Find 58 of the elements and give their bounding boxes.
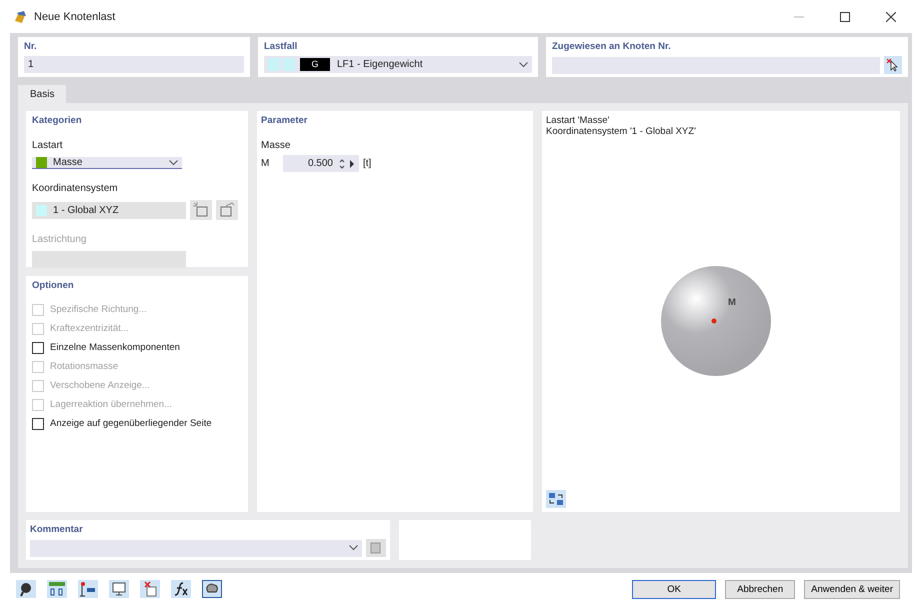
play-icon[interactable] xyxy=(349,160,355,168)
zugewiesen-label: Zugewiesen an Knoten Nr. xyxy=(552,41,672,52)
checkbox-label: Spezifische Richtung... xyxy=(50,304,147,315)
nr-label: Nr. xyxy=(24,41,38,52)
nr-field[interactable]: 1 xyxy=(24,56,244,73)
new-window-icon[interactable] xyxy=(190,200,212,220)
delete-document-icon[interactable] xyxy=(140,580,160,598)
preview-info-text: Lastart 'Masse' xyxy=(546,115,610,126)
checkbox-label: Lagerreaktion übernehmen... xyxy=(50,399,172,410)
section-title: Parameter xyxy=(261,115,308,126)
chevron-icon xyxy=(169,160,178,166)
field-label: Lastrichtung xyxy=(32,234,88,245)
dialog-button[interactable]: Abbrechen xyxy=(725,580,796,598)
checkbox-label: Verschobene Anzeige... xyxy=(50,380,150,391)
lastfall-label: Lastfall xyxy=(264,41,298,52)
coordinate-system-field[interactable]: 1 - Global XYZ xyxy=(32,202,186,218)
tab[interactable]: Basis xyxy=(18,85,66,103)
comment-field[interactable] xyxy=(30,540,362,556)
checkbox-label: Rotationsmasse xyxy=(50,361,118,372)
section-title: Optionen xyxy=(32,280,75,291)
coordinate-system-value: 1 - Global XYZ xyxy=(53,204,119,216)
monitor-icon[interactable] xyxy=(109,580,129,598)
close-icon[interactable] xyxy=(886,12,896,22)
node-number-field[interactable] xyxy=(552,56,880,74)
app-icon xyxy=(12,8,28,24)
window-title: Neue Knotenlast xyxy=(34,10,116,22)
unit-label: [t] xyxy=(363,158,372,169)
maximize-icon[interactable] xyxy=(840,12,850,22)
numeric-display-icon[interactable] xyxy=(47,580,67,598)
field-label: Lastart xyxy=(32,140,64,151)
lastfall-dropdown[interactable]: G LF1 - Eigengewicht xyxy=(264,56,532,73)
checkbox[interactable] xyxy=(32,418,44,430)
mass-label: M xyxy=(728,297,736,308)
checkbox[interactable] xyxy=(32,342,44,354)
symbol-label: M xyxy=(261,158,270,169)
lastart-dropdown[interactable]: Masse xyxy=(32,157,182,169)
lastfall-value: LF1 - Eigengewicht xyxy=(337,59,423,70)
checkbox-label: Anzeige auf gegenüberliegender Seite xyxy=(50,418,212,429)
dialog-button[interactable]: Anwenden & weiter xyxy=(804,580,900,598)
kommentar-label: Kommentar xyxy=(30,524,84,535)
load-direction-field[interactable] xyxy=(32,251,186,268)
chevron-icon xyxy=(519,62,528,68)
dialog-button[interactable]: OK xyxy=(632,580,716,598)
lastart-value: Masse xyxy=(53,157,82,168)
section-title: Kategorien xyxy=(32,115,83,126)
pick-cursor-icon[interactable] xyxy=(884,56,902,74)
swap-icon[interactable] xyxy=(546,490,566,508)
group-label: Masse xyxy=(261,140,292,151)
field-label: Koordinatensystem xyxy=(32,183,119,194)
load-type-badge: G xyxy=(300,58,330,71)
function-icon[interactable] xyxy=(171,580,191,598)
checkbox-label: Kraftexzentrizität... xyxy=(50,323,129,334)
mass-input[interactable]: 0.500 xyxy=(283,155,359,172)
chevron-icon xyxy=(349,545,358,551)
spin-icon[interactable] xyxy=(339,158,345,168)
preview-info-text: Koordinatensystem '1 - Global XYZ' xyxy=(546,126,697,137)
checkbox-label: Einzelne Massenkomponenten xyxy=(50,342,180,353)
edit-window-icon[interactable] xyxy=(216,200,238,220)
